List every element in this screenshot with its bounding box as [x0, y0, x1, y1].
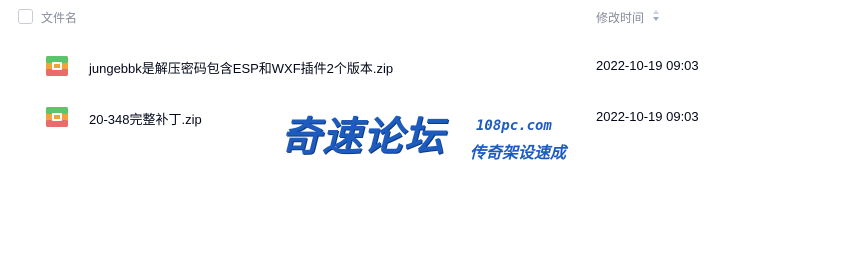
watermark-title: 奇速论坛: [281, 114, 445, 160]
file-modified-time: 2022-10-19 09:03: [596, 58, 699, 73]
column-header-modified-time[interactable]: 修改时间: [596, 9, 644, 26]
watermark-url: 108pc.com: [476, 118, 552, 134]
site-watermark: 奇速论坛 108pc.com 传奇架设速成: [281, 112, 581, 166]
watermark-subtitle: 传奇架设速成: [470, 143, 567, 162]
column-header-name[interactable]: 文件名: [41, 9, 77, 26]
file-modified-time: 2022-10-19 09:03: [596, 109, 699, 124]
sort-icon[interactable]: [652, 9, 660, 22]
zip-archive-icon: [46, 107, 68, 127]
select-all-checkbox[interactable]: [18, 9, 33, 24]
file-row[interactable]: jungebbk是解压密码包含ESP和WXF插件2个版本.zip 2022-10…: [0, 41, 861, 91]
zip-archive-icon: [46, 56, 68, 76]
file-name[interactable]: 20-348完整补丁.zip: [89, 109, 202, 128]
file-list-header: 文件名 修改时间: [0, 0, 861, 34]
file-name[interactable]: jungebbk是解压密码包含ESP和WXF插件2个版本.zip: [89, 58, 393, 77]
